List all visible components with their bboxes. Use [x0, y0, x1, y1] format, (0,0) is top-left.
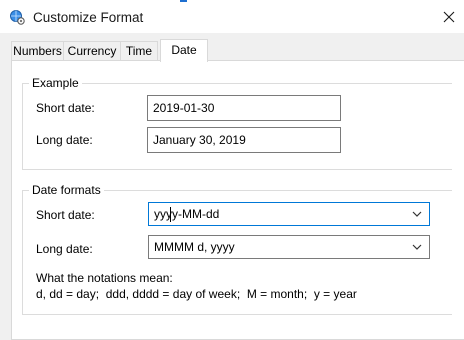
tab-date[interactable]: Date: [160, 39, 208, 62]
long-date-format-label: Long date:: [36, 242, 93, 256]
short-date-format-value[interactable]: yyyy-MM-dd: [154, 207, 219, 221]
long-date-format-combobox[interactable]: MMMM d, yyyy: [148, 235, 430, 259]
example-long-date-field: January 30, 2019: [147, 127, 341, 153]
example-short-date-label: Short date:: [36, 101, 95, 115]
background-window-fragment: [180, 0, 187, 2]
tab-currency[interactable]: Currency: [63, 41, 121, 60]
close-button[interactable]: [434, 3, 464, 33]
close-icon[interactable]: [443, 11, 455, 23]
chevron-down-icon[interactable]: [412, 244, 422, 250]
short-date-format-label: Short date:: [36, 208, 95, 222]
example-short-date-field: 2019-01-30: [147, 95, 341, 121]
chevron-down-icon[interactable]: [412, 211, 422, 217]
example-long-date-value: January 30, 2019: [153, 133, 246, 147]
tab-time[interactable]: Time: [120, 41, 158, 60]
title-bar: Customize Format: [0, 3, 464, 33]
globe-settings-icon: [10, 10, 25, 25]
notation-explanation: d, dd = day; ddd, dddd = day of week; M …: [36, 287, 357, 301]
date-formats-group-legend: Date formats: [29, 183, 104, 197]
text-cursor: [170, 207, 171, 222]
tab-numbers[interactable]: Numbers: [11, 41, 64, 60]
example-short-date-value: 2019-01-30: [153, 101, 215, 115]
window-title: Customize Format: [33, 10, 144, 25]
example-long-date-label: Long date:: [36, 133, 93, 147]
short-date-format-combobox[interactable]: yyyy-MM-dd: [148, 202, 430, 226]
example-group-legend: Example: [29, 76, 82, 90]
long-date-format-value[interactable]: MMMM d, yyyy: [154, 240, 235, 254]
notation-heading: What the notations mean:: [36, 271, 173, 285]
